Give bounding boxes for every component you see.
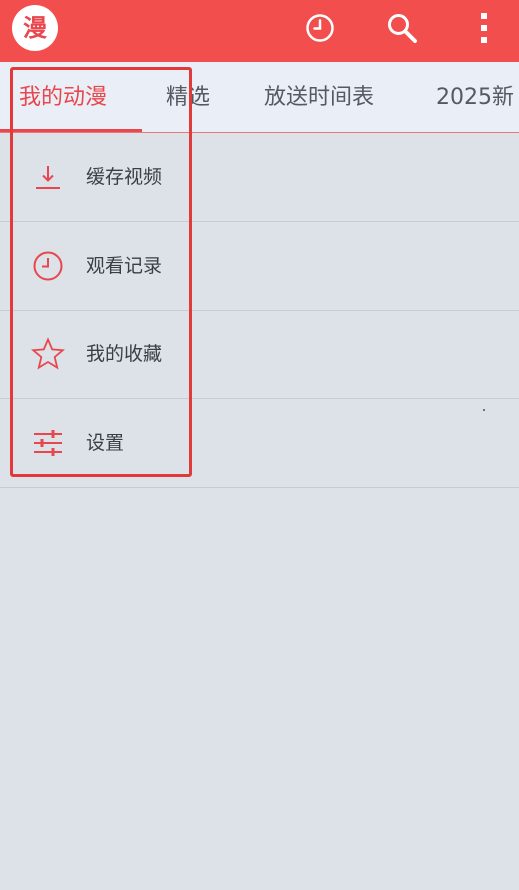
history-icon[interactable] [302, 10, 338, 46]
stray-dot [483, 409, 485, 411]
active-tab-indicator [0, 129, 142, 132]
star-icon [30, 336, 66, 372]
menu-item-label: 缓存视频 [86, 166, 163, 188]
menu-item-watch-history[interactable]: 观看记录 [0, 222, 519, 311]
tab-featured[interactable]: 精选 [166, 62, 210, 132]
menu-item-label: 设置 [86, 432, 125, 454]
menu-item-label: 观看记录 [86, 255, 163, 277]
search-icon[interactable] [384, 10, 420, 46]
clock-icon [30, 248, 66, 284]
app-bar: 漫 [0, 0, 519, 62]
menu-item-settings[interactable]: 设置 [0, 399, 519, 488]
sliders-icon [30, 425, 66, 461]
tab-my-anime[interactable]: 我的动漫 [19, 62, 107, 132]
menu-item-label: 我的收藏 [86, 343, 163, 365]
menu-item-cached-videos[interactable]: 缓存视频 [0, 133, 519, 222]
app-logo[interactable]: 漫 [12, 5, 58, 51]
tab-bar: 我的动漫 精选 放送时间表 2025新 [0, 62, 519, 133]
more-vert-icon[interactable] [466, 10, 502, 46]
download-icon [30, 159, 66, 195]
menu-item-favorites[interactable]: 我的收藏 [0, 310, 519, 399]
tab-2025-new[interactable]: 2025新 [436, 62, 514, 132]
tab-broadcast-schedule[interactable]: 放送时间表 [264, 62, 374, 132]
